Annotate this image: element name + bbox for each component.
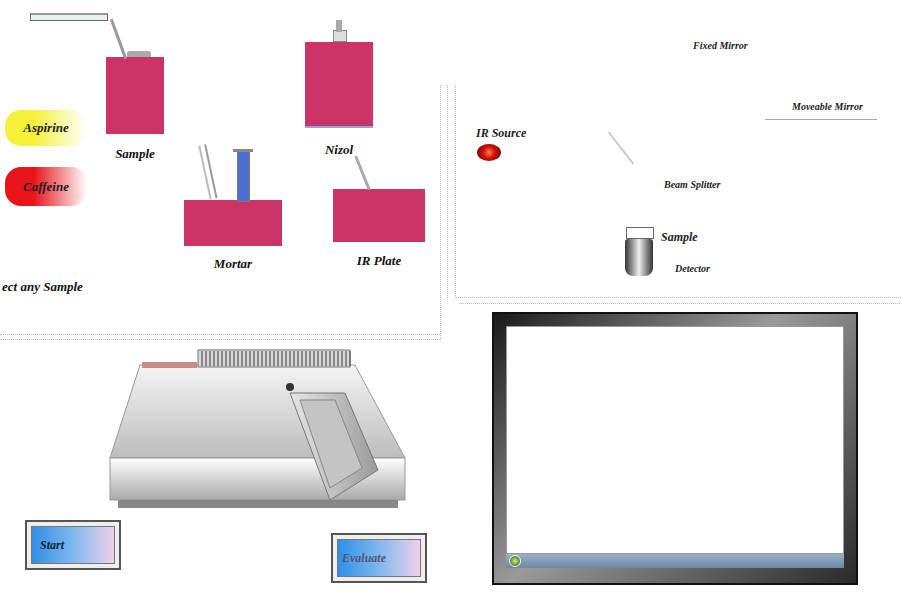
lab-item-label: IR Plate [357, 253, 401, 269]
moveable-mirror-icon[interactable] [765, 119, 877, 120]
separator [440, 85, 441, 340]
lab-item-box [333, 189, 425, 242]
separator [447, 85, 448, 298]
interferometer-diagram: Fixed Mirror Moveable Mirror IR Source Beam… [445, 0, 901, 305]
lab-item[interactable]: Nizol [305, 20, 373, 158]
start-orb-icon[interactable] [509, 555, 521, 567]
lab-item-accessory-icon [105, 18, 165, 57]
ir-source-icon [477, 144, 501, 161]
lab-item-box [184, 200, 282, 246]
component-label: Beam Splitter [664, 179, 720, 190]
sample-select-button[interactable]: Caffeine [5, 167, 87, 206]
action-button[interactable]: Evaluate [331, 533, 427, 583]
sample-select-button[interactable]: Aspirine [5, 110, 87, 146]
component-label: Fixed Mirror [693, 40, 748, 51]
separator [0, 339, 440, 340]
monitor-panel [445, 305, 901, 601]
ir-simulator: Aspirine Caffeine Sample Nizol Mortar IR Plat… [0, 0, 901, 601]
beam-splitter-icon [608, 132, 634, 165]
separator [455, 297, 901, 298]
lab-item-label: Sample [115, 146, 155, 162]
left-column: Aspirine Caffeine Sample Nizol Mortar IR Plat… [0, 0, 445, 601]
lab-item[interactable]: Sample [105, 18, 165, 162]
lab-item-box [106, 57, 164, 134]
action-button[interactable]: Start [25, 520, 121, 570]
lab-item-box [305, 42, 373, 128]
component-label: IR Source [476, 126, 526, 141]
taskbar [506, 554, 844, 568]
lab-item[interactable]: IR Plate [333, 155, 425, 269]
tray-icon [30, 13, 108, 21]
lab-item-accessory-icon [305, 20, 373, 42]
component-label: Moveable Mirror [792, 101, 863, 112]
separator [0, 334, 440, 335]
separator [460, 303, 901, 304]
lab-bench-panel: Aspirine Caffeine Sample Nizol Mortar IR Plat… [0, 0, 445, 340]
lab-item-label: Mortar [214, 256, 252, 272]
separator [455, 85, 456, 298]
monitor [492, 312, 858, 585]
component-label: Sample [661, 230, 698, 245]
hint-text: ect any Sample [2, 279, 83, 295]
component-label: Detector [675, 263, 710, 274]
right-column: Fixed Mirror Moveable Mirror IR Source Beam… [445, 0, 901, 601]
lab-item-accessory-icon [333, 155, 425, 189]
lab-item-accessory-icon [184, 145, 282, 200]
sample-cell-icon [626, 227, 654, 239]
detector-icon [625, 239, 653, 276]
lab-item-label: Nizol [325, 142, 353, 158]
spectrum-display [506, 326, 844, 554]
lab-item[interactable]: Mortar [184, 145, 282, 272]
instrument-panel: Start Evaluate [0, 340, 445, 601]
